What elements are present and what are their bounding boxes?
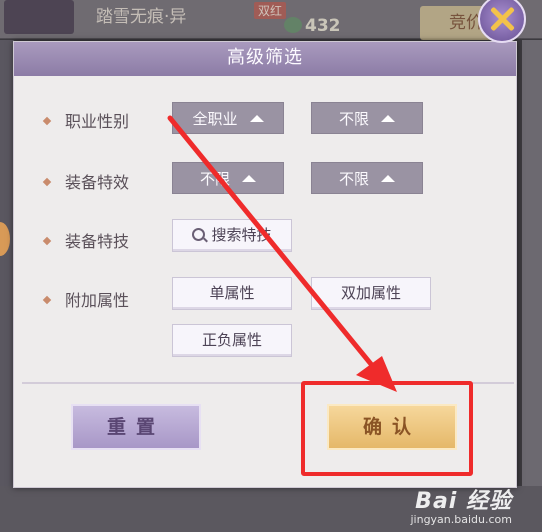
- watermark: Bai 经验 jingyan.baidu.com: [410, 483, 512, 526]
- annotation-highlight-box: [301, 381, 473, 476]
- watermark-logo: Bai 经验: [415, 489, 512, 514]
- watermark-url: jingyan.baidu.com: [410, 513, 512, 526]
